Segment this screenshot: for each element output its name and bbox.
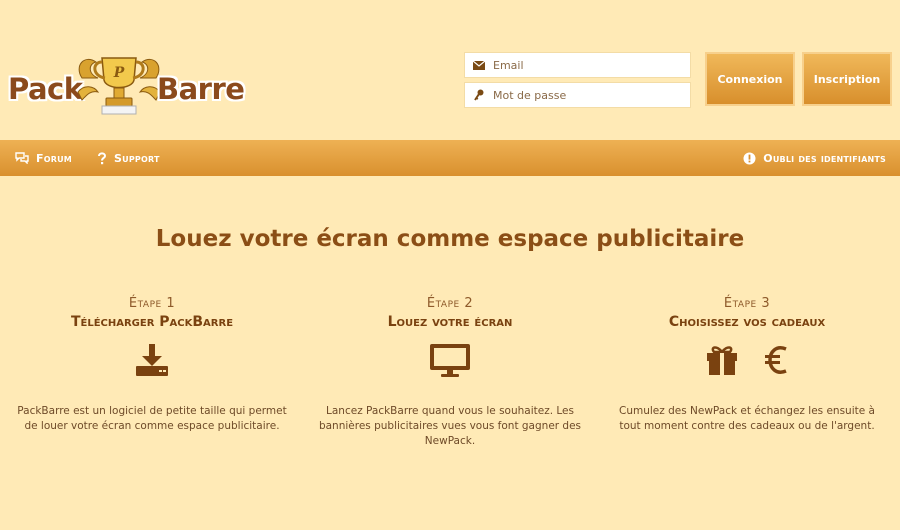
step-3-title: Choisissez vos cadeaux bbox=[668, 314, 826, 330]
envelope-icon bbox=[465, 60, 493, 70]
trophy-icon: P bbox=[77, 57, 161, 115]
packbarre-logo[interactable]: Pack P Barre bbox=[6, 48, 246, 118]
gift-icon bbox=[707, 346, 737, 375]
monitor-icon bbox=[430, 344, 470, 377]
page-headline: Louez votre écran comme espace publicita… bbox=[155, 226, 745, 252]
logo-word-pack: Pack bbox=[8, 72, 83, 106]
download-icon bbox=[136, 344, 168, 376]
step-2-title: Louez votre écran bbox=[387, 314, 513, 330]
step-1-description: PackBarre est un logiciel de petite tail… bbox=[17, 405, 287, 432]
nav-forgot-credentials[interactable]: Oubli des identifiants bbox=[743, 140, 886, 176]
euro-icon bbox=[765, 346, 787, 374]
exclamation-circle-icon bbox=[743, 152, 756, 164]
step-3-description: Cumulez des NewPack et échangez les ensu… bbox=[619, 405, 875, 432]
nav-support[interactable]: Support bbox=[97, 140, 160, 176]
login-button[interactable]: Connexion bbox=[705, 52, 795, 106]
password-input[interactable] bbox=[493, 88, 690, 102]
nav-forgot-label: Oubli des identifiants bbox=[763, 151, 886, 165]
step-1-number: Étape 1 bbox=[128, 296, 176, 311]
step-2-description: Lancez PackBarre quand vous le souhaitez… bbox=[318, 405, 582, 447]
comments-icon bbox=[15, 152, 29, 164]
nav-support-label: Support bbox=[114, 151, 160, 165]
site-header: Pack P Barre Connexion Inscrip bbox=[0, 0, 900, 138]
logo-word-barre: Barre bbox=[157, 72, 245, 106]
step-3: Étape 3 Choisissez vos cadeaux Cumulez d… bbox=[612, 296, 882, 434]
trophy-letter: P bbox=[113, 65, 125, 81]
step-1: Étape 1 Télécharger PackBarre PackBarre … bbox=[17, 296, 287, 434]
nav-forum[interactable]: Forum bbox=[15, 140, 72, 176]
step-2-number: Étape 2 bbox=[426, 296, 474, 311]
key-icon bbox=[465, 89, 493, 101]
main-navbar: Forum Support Oubli des identifiants bbox=[0, 140, 900, 176]
email-field[interactable] bbox=[464, 52, 691, 78]
register-button[interactable]: Inscription bbox=[802, 52, 892, 106]
step-1-title: Télécharger PackBarre bbox=[70, 314, 234, 330]
email-input[interactable] bbox=[493, 58, 690, 72]
step-3-number: Étape 3 bbox=[723, 296, 771, 311]
password-field[interactable] bbox=[464, 82, 691, 108]
question-icon bbox=[98, 151, 107, 164]
step-2: Étape 2 Louez votre écran Lancez PackBar… bbox=[315, 296, 585, 449]
nav-forum-label: Forum bbox=[36, 151, 72, 165]
